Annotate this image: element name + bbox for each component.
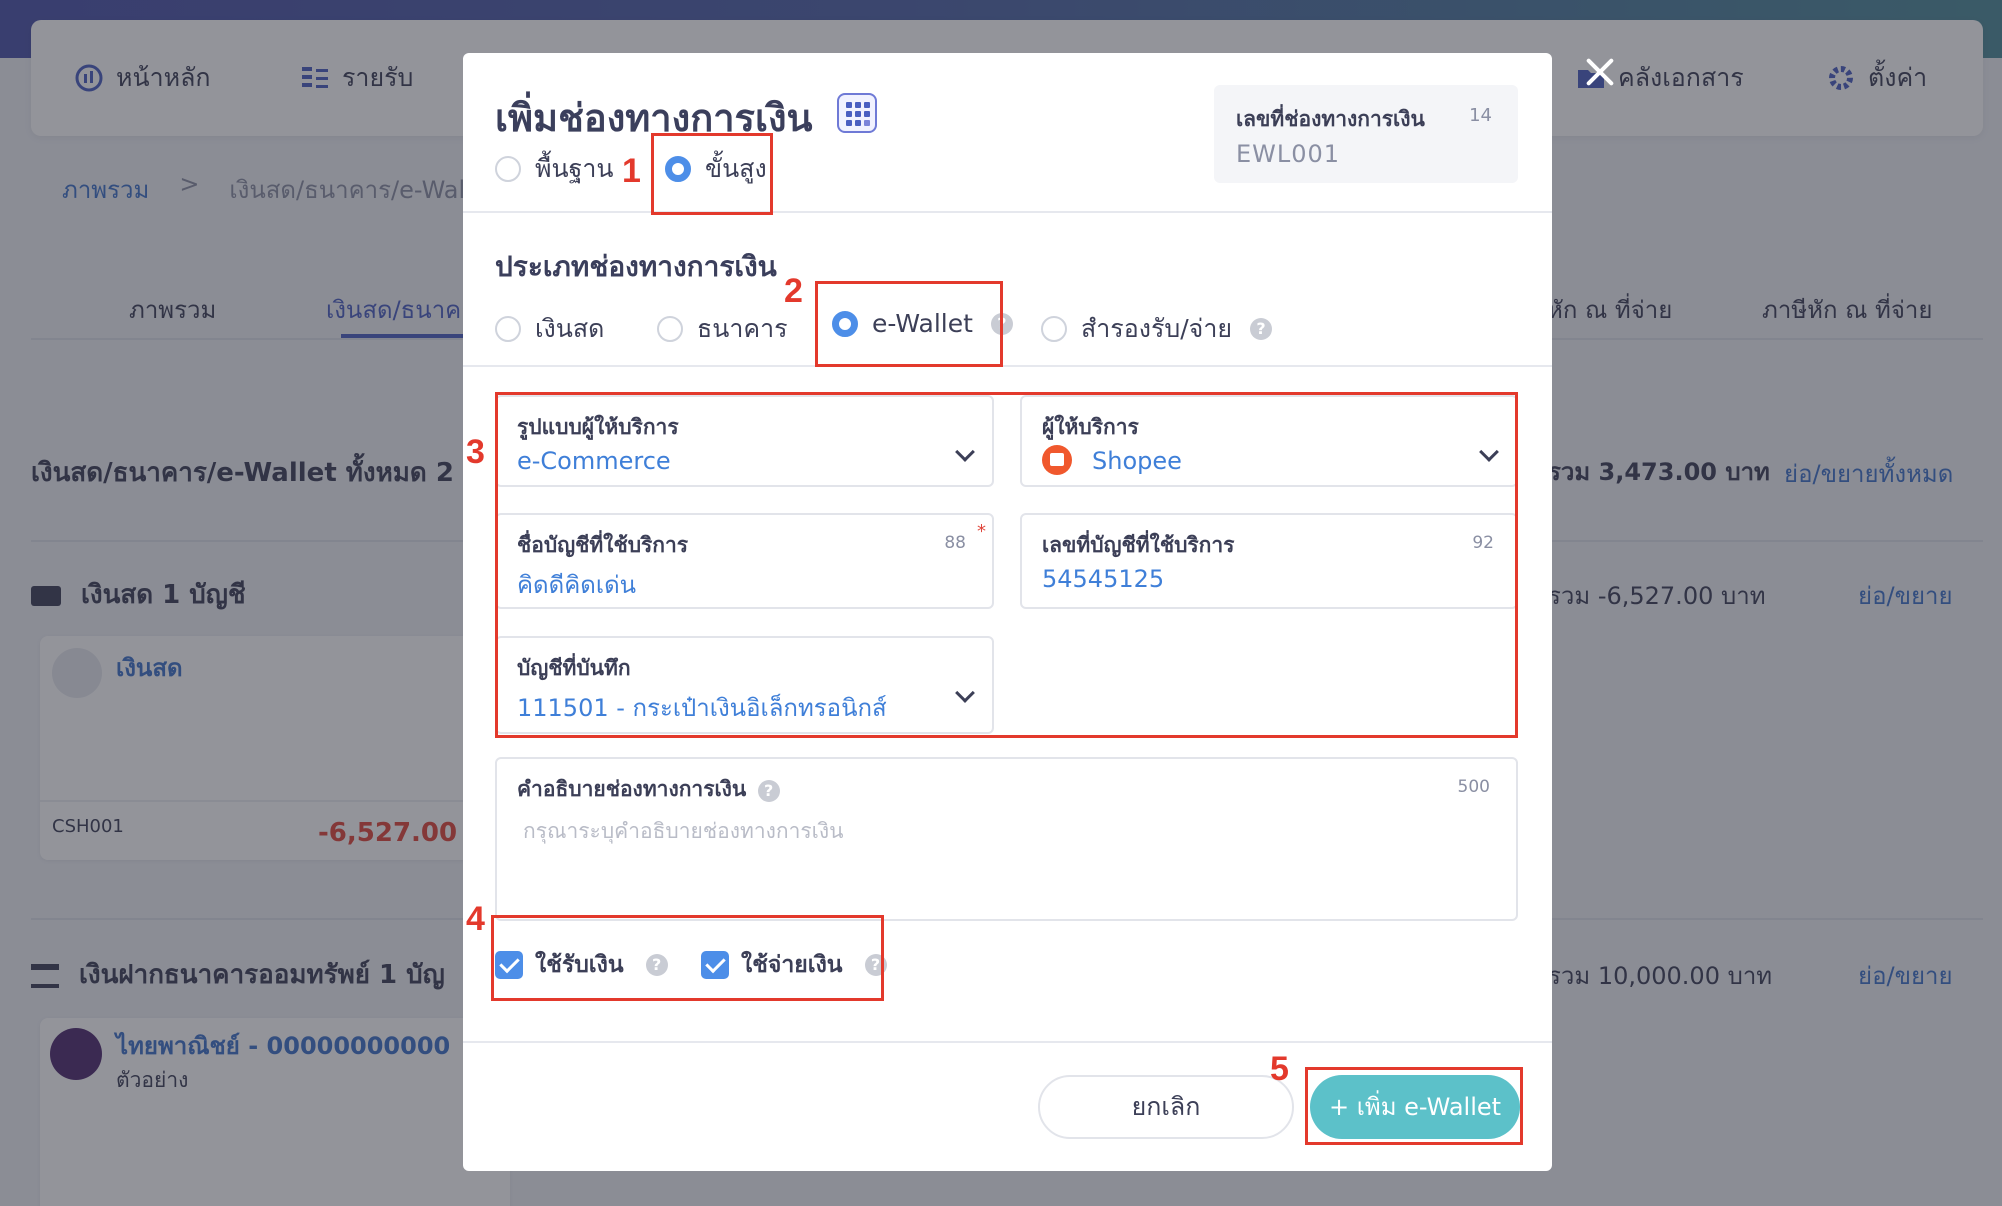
annotation-box-2 [815, 281, 1003, 367]
annotation-box-1 [651, 133, 773, 215]
help-icon[interactable]: ? [757, 780, 780, 802]
radio-circle [495, 156, 521, 182]
type-cash-label: เงินสด [535, 314, 605, 343]
help-icon[interactable]: ? [1250, 318, 1273, 340]
mode-basic-label: พื้นฐาน [535, 154, 614, 183]
radio-circle [657, 316, 683, 342]
annotation-number-4: 4 [466, 900, 485, 938]
description-count: 500 [1457, 777, 1490, 797]
divider [463, 211, 1552, 213]
radio-circle [495, 316, 521, 342]
description-label: คำอธิบายช่องทางการเงิน ? [517, 773, 780, 806]
calculator-icon[interactable] [837, 93, 877, 133]
annotation-box-3 [495, 392, 1518, 738]
divider [463, 365, 1552, 367]
channel-code-box[interactable]: เลขที่ช่องทางการเงิน 14 EWL001 [1214, 85, 1518, 183]
channel-code-count: 14 [1469, 105, 1492, 126]
divider [463, 1041, 1552, 1043]
annotation-number-2: 2 [784, 272, 803, 310]
type-cash-radio[interactable]: เงินสด [495, 309, 604, 349]
radio-circle [1041, 316, 1067, 342]
description-placeholder: กรุณาระบุคำอธิบายช่องทางการเงิน [523, 819, 844, 843]
description-textarea[interactable]: คำอธิบายช่องทางการเงิน ? 500 กรุณาระบุคำ… [495, 757, 1518, 921]
annotation-number-5: 5 [1270, 1050, 1289, 1088]
type-bank-radio[interactable]: ธนาคาร [657, 309, 788, 349]
annotation-number-1: 1 [622, 152, 641, 190]
annotation-number-3: 3 [466, 433, 485, 471]
close-icon[interactable] [1580, 52, 1620, 92]
type-bank-label: ธนาคาร [697, 314, 788, 343]
type-reserve-label: สำรองรับ/จ่าย [1081, 314, 1233, 343]
annotation-box-4 [491, 915, 884, 1001]
channel-type-title: ประเภทช่องทางการเงิน [495, 250, 777, 283]
annotation-box-5 [1305, 1067, 1523, 1145]
channel-code-label: เลขที่ช่องทางการเงิน [1236, 107, 1425, 131]
type-reserve-radio[interactable]: สำรองรับ/จ่าย ? [1041, 309, 1273, 349]
add-financial-channel-dialog: เพิ่มช่องทางการเงิน เลขที่ช่องทางการเงิน… [463, 53, 1552, 1171]
cancel-button[interactable]: ยกเลิก [1038, 1075, 1294, 1139]
channel-code-value: EWL001 [1236, 140, 1341, 168]
mode-basic-radio[interactable]: พื้นฐาน [495, 149, 614, 189]
